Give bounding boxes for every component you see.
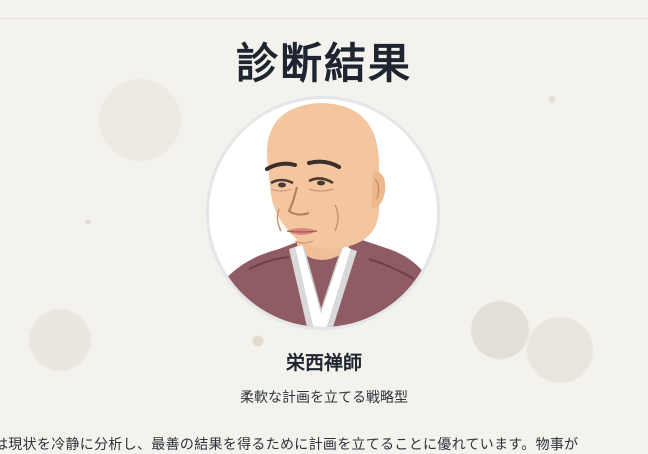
- monk-portrait: [209, 103, 437, 327]
- page-title: 診断結果: [235, 39, 412, 88]
- result-type: 柔軟な計画を立てる戦略型: [240, 390, 408, 406]
- result-description: は現状を冷静に分析し、最善の結果を得るために計画を立てることに優れています。物事…: [0, 437, 579, 453]
- top-divider: [0, 18, 648, 19]
- result-name: 栄西禅師: [285, 352, 362, 374]
- portrait-frame: [209, 99, 437, 327]
